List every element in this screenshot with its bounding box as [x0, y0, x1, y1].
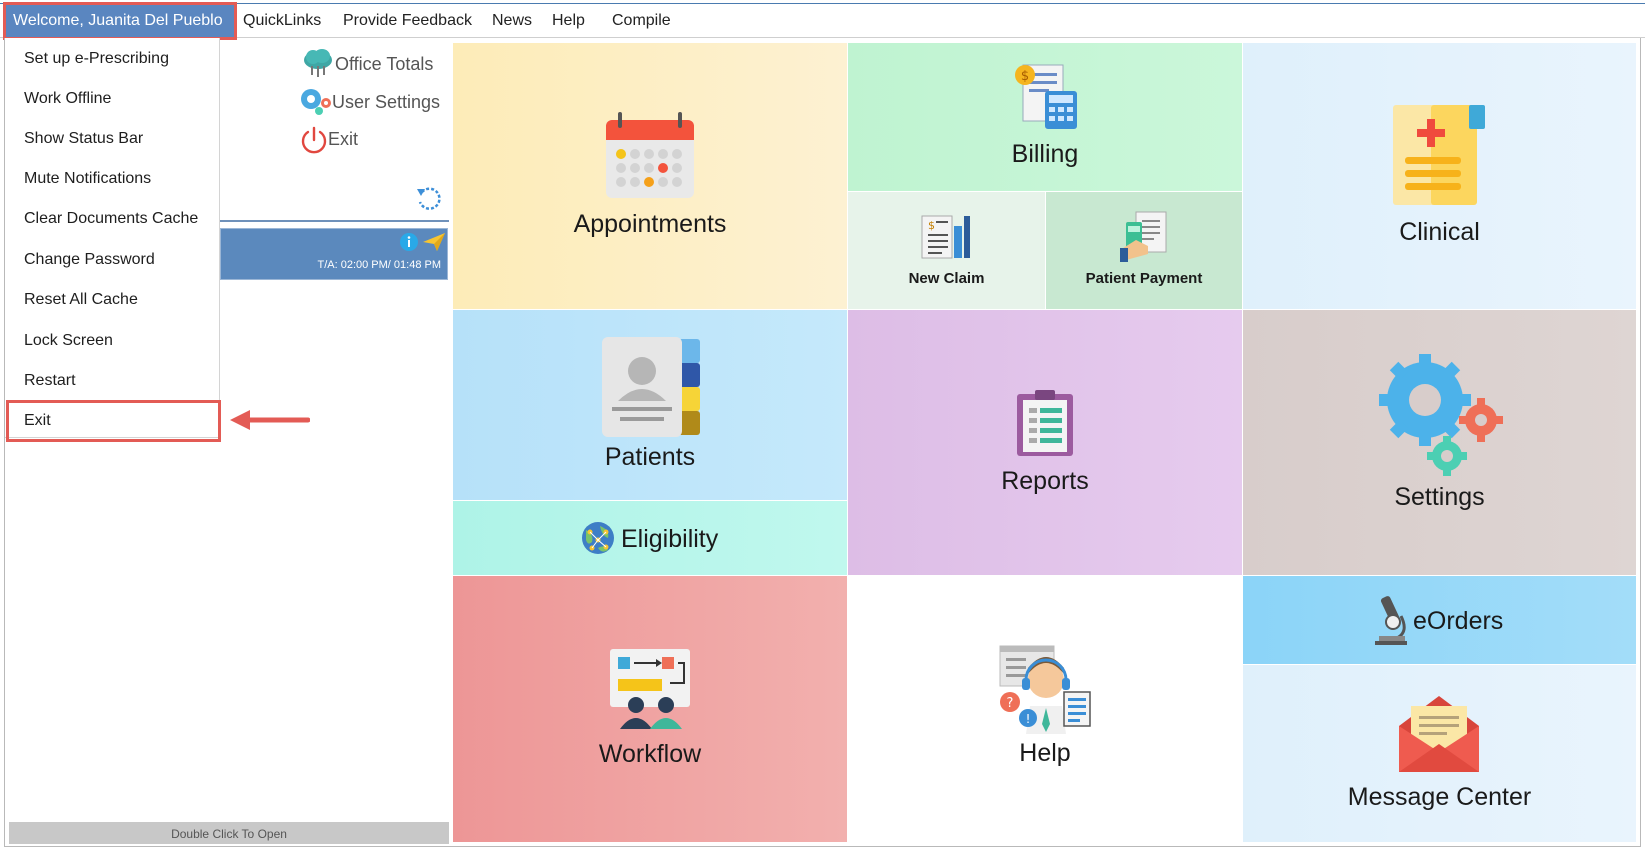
appointment-time-text: T/A: 02:00 PM/ 01:48 PM [317, 259, 441, 271]
user-settings-link[interactable]: User Settings [332, 92, 440, 113]
menu-provide-feedback[interactable]: Provide Feedback [343, 4, 472, 38]
help-tile[interactable]: ? ! Help [848, 576, 1242, 842]
help-label: Help [1019, 739, 1071, 767]
panel-separator [220, 220, 449, 222]
menu-item-change-password[interactable]: Change Password [24, 251, 155, 269]
double-click-footer[interactable]: Double Click To Open [9, 822, 449, 844]
appointments-label: Appointments [573, 210, 727, 238]
patients-address-book-icon [602, 337, 700, 437]
new-claim-label: New Claim [908, 270, 985, 287]
svg-text:?: ? [1007, 696, 1014, 711]
reports-tile[interactable]: Reports [848, 310, 1242, 575]
appointment-card[interactable]: T/A: 02:00 PM/ 01:48 PM [220, 228, 448, 280]
patients-label: Patients [604, 443, 696, 471]
billing-tile[interactable]: $ Billing [848, 43, 1242, 191]
patients-tile[interactable]: Patients [453, 310, 847, 500]
reports-label: Reports [1001, 467, 1089, 495]
window-right-border [1640, 38, 1641, 846]
eorders-label: eOrders [1413, 607, 1504, 635]
power-exit-icon [299, 125, 329, 160]
svg-text:$: $ [1021, 69, 1029, 84]
patient-payment-icon [1120, 211, 1167, 262]
window-bottom-border [4, 846, 1641, 847]
patient-payment-label: Patient Payment [1085, 270, 1203, 287]
pointer-arrow-icon [230, 410, 310, 430]
menu-item-work-offline[interactable]: Work Offline [24, 90, 111, 108]
appointments-tile[interactable]: Appointments [453, 43, 847, 309]
exit-link[interactable]: Exit [328, 129, 358, 150]
clinical-label: Clinical [1399, 218, 1480, 246]
menu-compile[interactable]: Compile [612, 4, 671, 38]
office-totals-link[interactable]: Office Totals [335, 54, 433, 75]
menu-item-lock-screen[interactable]: Lock Screen [24, 332, 113, 350]
workflow-board-icon [610, 649, 690, 729]
menu-item-restart[interactable]: Restart [24, 372, 76, 390]
eorders-microscope-icon [1375, 596, 1407, 645]
user-settings-gear-icon [298, 86, 334, 121]
eligibility-globe-icon [582, 522, 614, 554]
message-center-envelope-icon [1399, 696, 1479, 772]
message-center-tile[interactable]: Message Center [1243, 665, 1636, 842]
reports-clipboard-icon [1017, 390, 1073, 456]
menu-bar: Welcome, Juanita Del Pueblo QuickLinks P… [0, 4, 1645, 40]
menu-quicklinks[interactable]: QuickLinks [243, 4, 321, 38]
patient-payment-tile[interactable]: Patient Payment [1046, 192, 1242, 309]
menu-news[interactable]: News [492, 4, 532, 38]
settings-label: Settings [1394, 483, 1485, 511]
new-claim-tile[interactable]: $ New Claim [848, 192, 1045, 309]
eligibility-label: Eligibility [621, 525, 719, 553]
menu-item-mute-notifications[interactable]: Mute Notifications [24, 170, 151, 188]
info-icon[interactable] [400, 233, 418, 256]
settings-gears-icon [1379, 354, 1503, 476]
menu-item-exit[interactable]: Exit [24, 412, 51, 430]
new-claim-document-icon: $ [921, 215, 970, 259]
menu-item-reset-all-cache[interactable]: Reset All Cache [24, 291, 138, 309]
billing-invoice-icon: $ [1015, 64, 1077, 129]
svg-text:$: $ [928, 219, 935, 232]
workflow-label: Workflow [598, 740, 702, 768]
billing-label: Billing [1011, 140, 1079, 168]
menu-item-show-status-bar[interactable]: Show Status Bar [24, 130, 143, 148]
welcome-user-menu[interactable]: Welcome, Juanita Del Pueblo [4, 4, 236, 40]
menu-item-clear-documents-cache[interactable]: Clear Documents Cache [24, 210, 198, 228]
workflow-tile[interactable]: Workflow [453, 576, 847, 842]
refresh-icon[interactable] [414, 184, 444, 219]
settings-tile[interactable]: Settings [1243, 310, 1636, 575]
help-support-agent-icon: ? ! [999, 645, 1091, 734]
calendar-icon [606, 112, 694, 198]
message-center-label: Message Center [1347, 783, 1532, 811]
svg-text:!: ! [1026, 712, 1031, 726]
clinical-document-icon [1393, 105, 1485, 205]
app-window: Welcome, Juanita Del Pueblo QuickLinks P… [0, 0, 1645, 851]
user-dropdown-menu: Set up e-Prescribing Work Offline Show S… [5, 38, 220, 438]
eorders-tile[interactable]: eOrders [1243, 576, 1636, 664]
eligibility-tile[interactable]: Eligibility [453, 501, 847, 575]
send-paper-plane-icon[interactable] [423, 233, 445, 256]
clinical-tile[interactable]: Clinical [1243, 43, 1636, 309]
menu-item-setup-eprescribing[interactable]: Set up e-Prescribing [24, 50, 169, 68]
office-totals-cloud-icon [302, 48, 334, 83]
menu-help[interactable]: Help [552, 4, 585, 38]
